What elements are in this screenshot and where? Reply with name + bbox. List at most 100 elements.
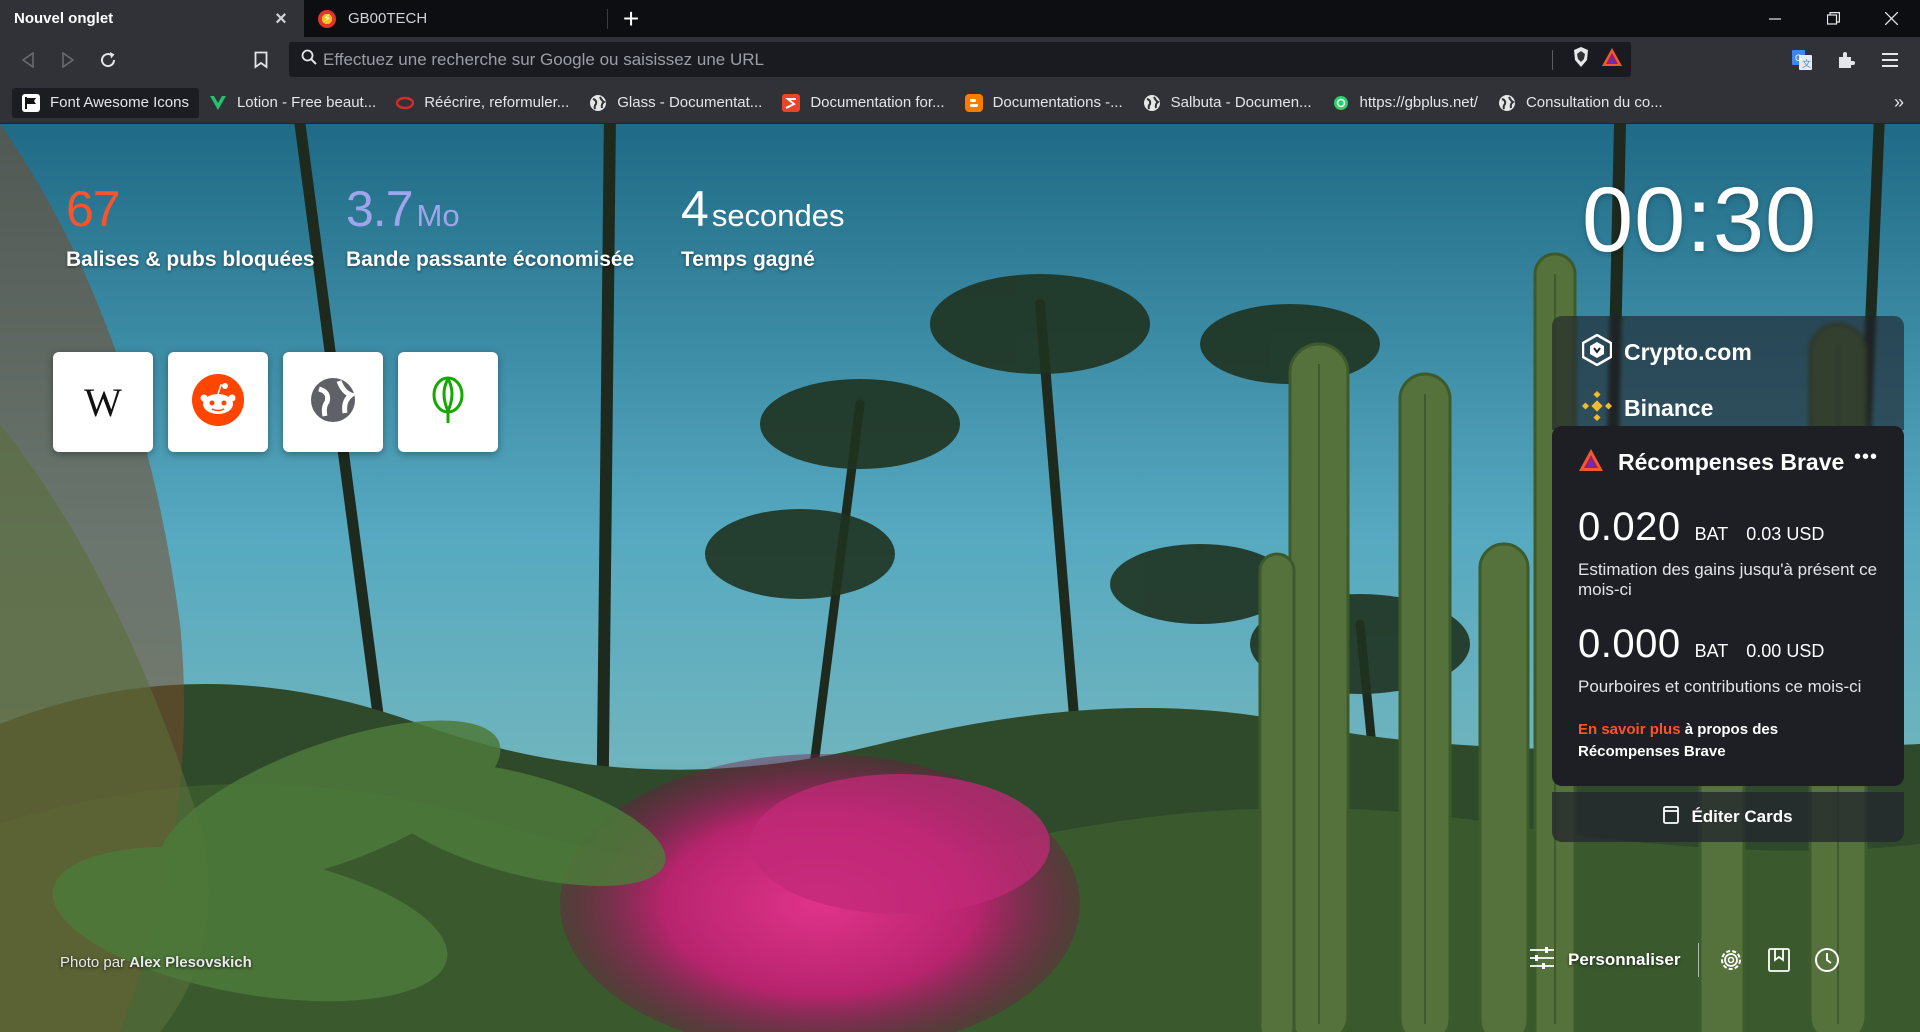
top-site-wikipedia[interactable]: W: [53, 352, 153, 452]
photo-credit-author[interactable]: Alex Plesovskich: [129, 954, 252, 971]
svg-text:文: 文: [1802, 58, 1811, 69]
bookmark-label: Documentations -...: [992, 94, 1123, 111]
tab-strip: Nouvel onglet × ⚡ GB00TECH +: [0, 0, 1920, 37]
address-bar[interactable]: [289, 42, 1631, 77]
tab-title: Nouvel onglet: [14, 10, 114, 27]
blogger-icon: [964, 93, 983, 112]
bandwidth-value: 3.7: [346, 181, 414, 237]
search-input[interactable]: [317, 42, 1544, 77]
top-site-globe[interactable]: [283, 352, 383, 452]
clock[interactable]: 00:30: [1582, 168, 1817, 273]
bookmark-label: Font Awesome Icons: [50, 94, 189, 111]
minimize-icon[interactable]: [1746, 0, 1804, 37]
bookmark-documentations[interactable]: Documentations -...: [955, 88, 1133, 118]
bookmark-consultation[interactable]: Consultation du co...: [1488, 88, 1673, 118]
reload-icon[interactable]: [88, 42, 128, 78]
bookmark-documentation-for[interactable]: Documentation for...: [772, 88, 954, 118]
edit-cards-button[interactable]: Éditer Cards: [1552, 792, 1904, 842]
rewards-more-options-icon[interactable]: •••: [1854, 446, 1878, 469]
tips-usd: 0.00 USD: [1746, 641, 1825, 661]
top-site-upwork[interactable]: [398, 352, 498, 452]
footer-divider: [1698, 943, 1700, 977]
bookmark-label: Réécrire, reformuler...: [424, 94, 570, 111]
stat-trackers-blocked: 67 Balises & pubs bloquées: [66, 184, 315, 272]
bookmark-label: Salbuta - Documen...: [1170, 94, 1312, 111]
reecrire-icon: [396, 94, 415, 112]
bookmark-reecrire[interactable]: Réécrire, reformuler...: [386, 88, 579, 118]
window-controls: [1746, 0, 1920, 37]
bookmarks-manager-icon[interactable]: [1755, 936, 1803, 984]
earnings-description: Estimation des gains jusqu'à présent ce …: [1578, 560, 1878, 599]
bookmark-label: Consultation du co...: [1525, 94, 1663, 111]
menu-hamburger-icon[interactable]: [1870, 42, 1910, 78]
search-icon: [301, 49, 317, 70]
wikipedia-icon: W: [84, 379, 122, 425]
personalize-button[interactable]: Personnaliser: [1520, 946, 1690, 974]
forward-icon[interactable]: [48, 42, 88, 78]
widget-crypto-com-label: Crypto.com: [1624, 338, 1752, 365]
footer-actions: Personnaliser: [1520, 932, 1851, 988]
trackers-count: 67: [66, 181, 121, 237]
bookmarks-bar: Font Awesome Icons Lotion - Free beaut..…: [0, 82, 1920, 124]
stat-time-saved: 4 secondes Temps gagné: [681, 184, 845, 272]
toolbar: G文: [0, 37, 1920, 82]
earnings-value: 0.020: [1578, 505, 1681, 549]
close-window-icon[interactable]: [1862, 0, 1920, 37]
earnings-usd: 0.03 USD: [1746, 524, 1825, 544]
lotion-v-icon: [209, 94, 227, 112]
bookmark-font-awesome[interactable]: Font Awesome Icons: [12, 87, 199, 118]
rewards-learn-more: En savoir plus à propos des Récompenses …: [1578, 719, 1878, 763]
widget-crypto-com[interactable]: Crypto.com: [1552, 324, 1904, 380]
globe-icon: [589, 94, 607, 112]
bookmark-label: Glass - Documentat...: [617, 94, 763, 111]
photo-credit-prefix: Photo par: [60, 954, 130, 971]
stat-bandwidth-saved: 3.7 Mo Bande passante économisée: [346, 184, 634, 272]
time-label: Temps gagné: [681, 248, 815, 271]
lightning-favicon-icon: ⚡: [318, 9, 336, 28]
history-clock-icon[interactable]: [1803, 936, 1851, 984]
omnibox-divider: [1552, 49, 1553, 70]
brave-rewards-card: Récompenses Brave ••• 0.020 BAT 0.03 USD…: [1552, 426, 1904, 786]
close-tab-icon[interactable]: ×: [272, 9, 290, 29]
tab-new-tab[interactable]: Nouvel onglet ×: [0, 0, 304, 37]
bookmark-lotion[interactable]: Lotion - Free beaut...: [199, 88, 386, 118]
bookmarks-overflow-chevron-icon[interactable]: »: [1894, 92, 1904, 113]
edit-cards-icon: [1663, 805, 1680, 829]
rewards-tips: 0.000 BAT 0.00 USD: [1578, 622, 1878, 667]
brave-rewards-icon: [1578, 448, 1604, 477]
back-icon[interactable]: [8, 42, 48, 78]
tips-description: Pourboires et contributions ce mois-ci: [1578, 677, 1862, 696]
brave-rewards-icon[interactable]: [1601, 47, 1623, 72]
time-value: 4: [681, 181, 709, 237]
whatsapp-icon: [1332, 94, 1350, 112]
learn-more-link[interactable]: En savoir plus: [1578, 721, 1681, 738]
new-tab-button[interactable]: +: [608, 0, 654, 37]
bookmark-label: Documentation for...: [810, 94, 945, 111]
sliders-icon: [1530, 946, 1554, 974]
bookmark-label: https://gbplus.net/: [1359, 94, 1478, 111]
new-tab-page: 67 Balises & pubs bloquées 3.7 Mo Bande p…: [0, 124, 1920, 1032]
photo-credit: Photo par Alex Plesovskich: [60, 954, 252, 971]
brave-shields-icon[interactable]: [1571, 46, 1591, 73]
bookmark-gbplus[interactable]: https://gbplus.net/: [1322, 88, 1488, 118]
top-site-reddit[interactable]: [168, 352, 268, 452]
tips-bat: BAT: [1694, 641, 1729, 661]
bookmark-icon[interactable]: [241, 42, 281, 78]
toolbar-extensions: G文: [1782, 37, 1910, 82]
tab-title: GB00TECH: [348, 10, 428, 27]
earnings-bat: BAT: [1694, 524, 1729, 544]
globe-icon: [1498, 94, 1516, 112]
rewards-earnings: 0.020 BAT 0.03 USD: [1578, 505, 1878, 550]
binance-icon: [1581, 390, 1613, 426]
bookmark-glass[interactable]: Glass - Documentat...: [579, 88, 772, 118]
bookmark-salbuta[interactable]: Salbuta - Documen...: [1133, 88, 1322, 118]
extensions-puzzle-icon[interactable]: [1826, 42, 1866, 78]
edit-cards-label: Éditer Cards: [1691, 807, 1793, 826]
globe-icon: [310, 377, 357, 428]
collapsed-widgets: Crypto.com Binance: [1552, 316, 1904, 430]
tab-gb00tech[interactable]: ⚡ GB00TECH: [304, 0, 608, 37]
settings-gear-icon[interactable]: [1707, 936, 1755, 984]
restore-icon[interactable]: [1804, 0, 1862, 37]
google-translate-icon[interactable]: G文: [1782, 42, 1822, 78]
bookmark-label: Lotion - Free beaut...: [236, 94, 377, 111]
